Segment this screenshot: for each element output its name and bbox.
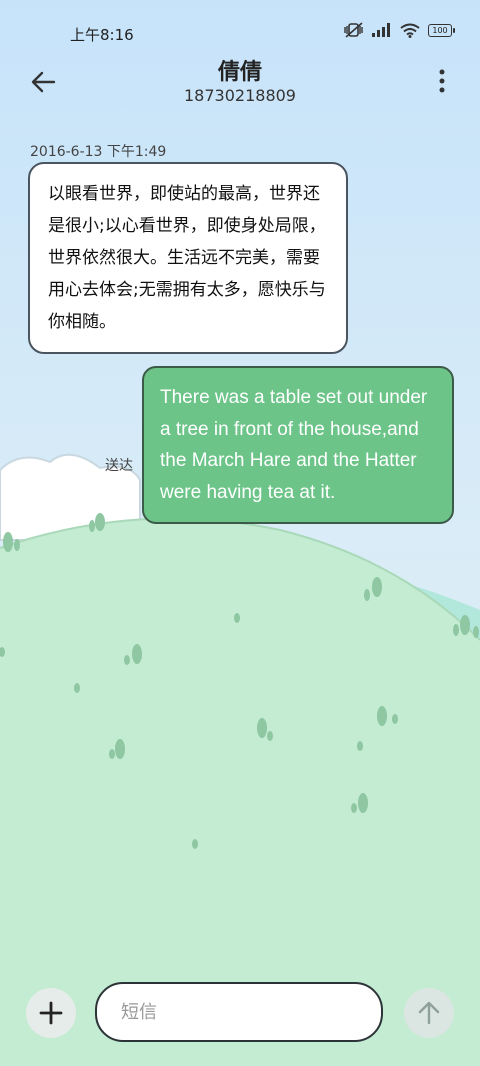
status-icons: 100 bbox=[344, 22, 455, 38]
add-icon bbox=[39, 1001, 63, 1025]
incoming-message-text: 以眼看世界，即使站的最高，世界还是很小;以心看世界，即使身处局限，世界依然很大。… bbox=[48, 184, 326, 332]
send-button[interactable] bbox=[404, 988, 454, 1038]
conversation-header: 倩倩 18730218809 bbox=[0, 50, 480, 110]
outgoing-message-bubble[interactable]: There was a table set out under a tree i… bbox=[142, 366, 454, 524]
send-arrow-icon bbox=[418, 1001, 440, 1025]
more-vertical-icon bbox=[439, 69, 445, 93]
contact-phone-number: 18730218809 bbox=[184, 86, 296, 105]
more-options-button[interactable] bbox=[432, 66, 452, 96]
battery-icon: 100 bbox=[428, 23, 455, 37]
contact-name: 倩倩 bbox=[217, 60, 262, 85]
message-timestamp: 2016-6-13 下午1:49 bbox=[30, 144, 167, 160]
wifi-icon bbox=[400, 23, 420, 38]
outgoing-message-text: There was a table set out under a tree i… bbox=[160, 387, 428, 503]
mute-vibrate-icon bbox=[344, 22, 363, 38]
compose-bar bbox=[0, 980, 480, 1050]
add-attachment-button[interactable] bbox=[26, 988, 76, 1038]
incoming-message-bubble[interactable]: 以眼看世界，即使站的最高，世界还是很小;以心看世界，即使身处局限，世界依然很大。… bbox=[28, 162, 348, 354]
status-time: 上午8:16 bbox=[70, 26, 134, 44]
message-input[interactable] bbox=[95, 982, 383, 1042]
delivery-status: 送达 bbox=[105, 458, 133, 474]
signal-icon bbox=[372, 23, 390, 37]
